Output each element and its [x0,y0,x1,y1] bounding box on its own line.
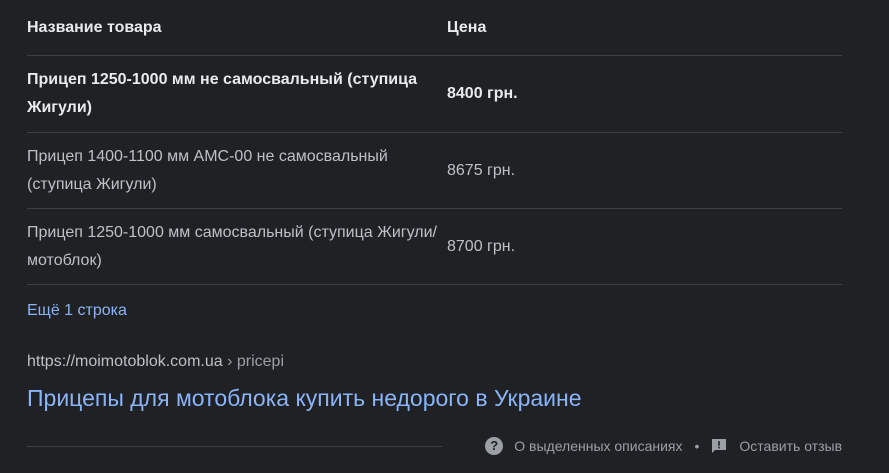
featured-snippet: Название товара Цена Прицеп 1250-1000 мм… [0,0,889,473]
table-row: Прицеп 1250-1000 мм самосвальный (ступиц… [27,209,842,285]
product-price: 8675 грн. [447,161,516,179]
result-domain[interactable]: https://moimotoblok.com.ua [27,353,223,370]
footer-divider [27,446,442,447]
help-icon: ? [485,437,504,455]
product-name: Прицеп 1400-1100 мм АМС-00 не самосвальн… [27,147,388,193]
product-name: Прицеп 1250-1000 мм не самосвальный (сту… [27,71,418,116]
result-url[interactable]: https://moimotoblok.com.ua › pricepi [27,351,284,373]
column-header-name: Название товара [27,18,162,36]
result-path[interactable]: pricepi [237,353,284,370]
price-table: Название товара Цена Прицеп 1250-1000 мм… [27,0,842,285]
result-title-link[interactable]: Прицепы для мотоблока купить недорого в … [27,383,582,413]
product-price: 8700 грн. [447,237,516,255]
about-snippets-label: О выделенных описаниях [514,438,683,454]
feedback-label: Оставить отзыв [739,438,842,454]
table-header-row: Название товара Цена [27,0,842,56]
product-price: 8400 грн. [447,85,518,102]
table-row: Прицеп 1400-1100 мм АМС-00 не самосвальн… [27,133,842,209]
footer-bullet: • [694,438,700,454]
feedback-button[interactable]: Оставить отзыв [711,436,842,456]
column-header-price: Цена [447,18,487,36]
about-snippets-button[interactable]: ? О выделенных описаниях [485,436,683,456]
feedback-icon [712,439,727,453]
snippet-footer: ? О выделенных описаниях • Оставить отзы… [485,436,842,456]
table-row: Прицеп 1250-1000 мм не самосвальный (сту… [27,56,842,133]
product-name: Прицеп 1250-1000 мм самосвальный (ступиц… [27,223,437,269]
breadcrumb-separator: › [227,353,233,370]
more-rows-link[interactable]: Ещё 1 строка [27,300,127,322]
